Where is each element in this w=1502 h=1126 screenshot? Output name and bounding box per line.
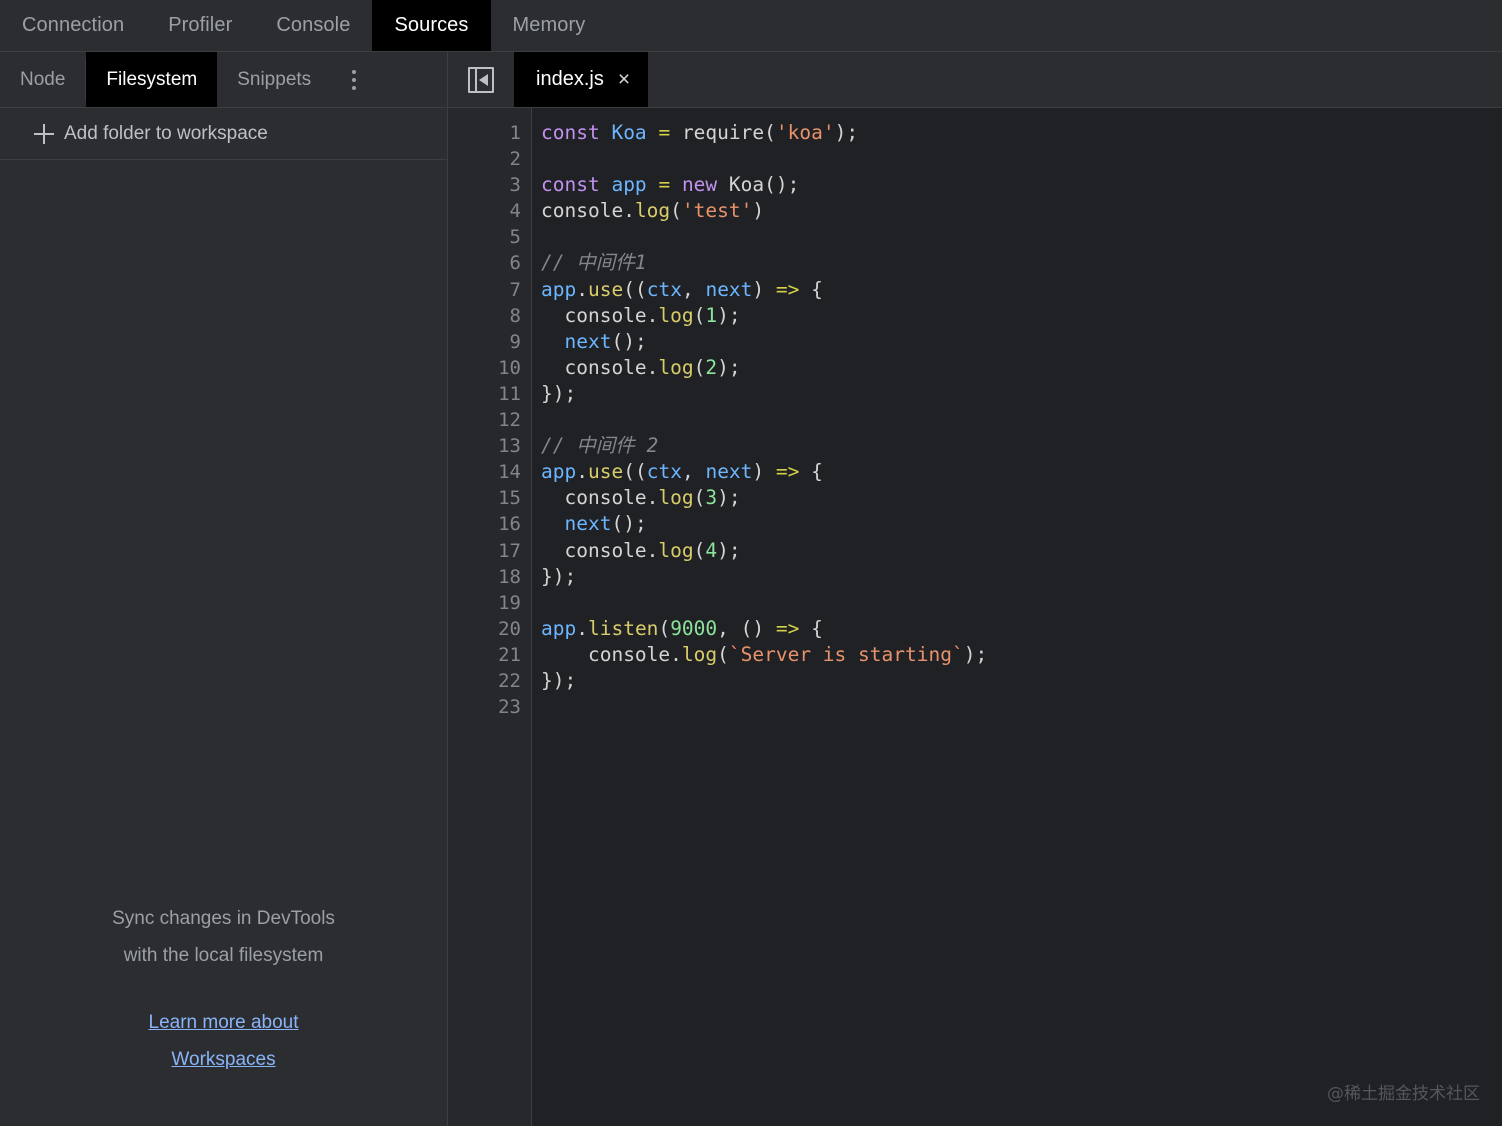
nav-tab-node[interactable]: Node [0, 52, 85, 107]
code-line: }); [541, 564, 1502, 590]
code-line: }); [541, 381, 1502, 407]
line-number-gutter: 1234567891011121314151617181920212223 [448, 108, 532, 1126]
tab-memory-label: Memory [513, 14, 586, 37]
code-line: console.log(1); [541, 303, 1502, 329]
workspace-empty-state: Sync changes in DevTools with the local … [0, 160, 447, 1126]
code-line: // 中间件1 [541, 250, 1502, 276]
code-line: app.use((ctx, next) => { [541, 459, 1502, 485]
nav-tab-snippets[interactable]: Snippets [217, 52, 331, 107]
nav-tab-node-label: Node [20, 69, 65, 91]
code-line: // 中间件 2 [541, 433, 1502, 459]
tab-memory[interactable]: Memory [491, 0, 608, 51]
panel-collapse-left-icon [468, 67, 494, 93]
nav-tab-filesystem[interactable]: Filesystem [86, 52, 217, 107]
editor-tabstrip: index.js × [448, 52, 1502, 107]
plus-icon [34, 124, 54, 144]
line-number: 12 [448, 407, 521, 433]
panel-tabbar: Connection Profiler Console Sources Memo… [0, 0, 1502, 52]
code-line: }); [541, 668, 1502, 694]
line-number: 10 [448, 355, 521, 381]
close-icon[interactable]: × [618, 69, 630, 90]
line-number: 11 [448, 381, 521, 407]
line-number: 4 [448, 198, 521, 224]
code-line: next(); [541, 329, 1502, 355]
code-line: console.log(`Server is starting`); [541, 642, 1502, 668]
learn-more-link-block: Learn more about Workspaces [0, 1005, 447, 1079]
line-number: 7 [448, 277, 521, 303]
code-line [541, 224, 1502, 250]
line-number: 6 [448, 250, 521, 276]
nav-tab-filesystem-label: Filesystem [106, 69, 197, 91]
secondary-toolbar: Node Filesystem Snippets index.js × [0, 52, 1502, 108]
code-line: const app = new Koa(); [541, 172, 1502, 198]
line-number: 17 [448, 538, 521, 564]
panel-collapse-button[interactable] [448, 52, 514, 107]
line-number: 22 [448, 668, 521, 694]
code-line: console.log(3); [541, 485, 1502, 511]
nav-tab-snippets-label: Snippets [237, 69, 311, 91]
tab-profiler-label: Profiler [168, 14, 232, 37]
tab-console-label: Console [276, 14, 350, 37]
line-number: 13 [448, 433, 521, 459]
learn-more-link-line-2[interactable]: Workspaces [171, 1049, 275, 1070]
code-line [541, 590, 1502, 616]
line-number: 8 [448, 303, 521, 329]
add-folder-to-workspace-button[interactable]: Add folder to workspace [0, 108, 447, 160]
devtools-window: Connection Profiler Console Sources Memo… [0, 0, 1502, 1126]
line-number: 2 [448, 146, 521, 172]
code-line: console.log(2); [541, 355, 1502, 381]
line-number: 1 [448, 120, 521, 146]
vertical-dots-icon [352, 70, 356, 90]
line-number: 18 [448, 564, 521, 590]
learn-more-link-line-1[interactable]: Learn more about [149, 1012, 299, 1033]
code-line: app.use((ctx, next) => { [541, 277, 1502, 303]
line-number: 3 [448, 172, 521, 198]
code-line [541, 146, 1502, 172]
empty-state-message: Sync changes in DevTools with the local … [0, 900, 447, 974]
line-number: 20 [448, 616, 521, 642]
code-line: next(); [541, 511, 1502, 537]
code-line: const Koa = require('koa'); [541, 120, 1502, 146]
navigator-sidebar: Add folder to workspace Sync changes in … [0, 108, 448, 1126]
add-folder-label: Add folder to workspace [64, 123, 268, 145]
tab-console[interactable]: Console [254, 0, 372, 51]
code-line [541, 694, 1502, 720]
navigator-tabbar: Node Filesystem Snippets [0, 52, 448, 107]
code-line: app.listen(9000, () => { [541, 616, 1502, 642]
tab-sources[interactable]: Sources [372, 0, 490, 51]
code-content[interactable]: const Koa = require('koa'); const app = … [532, 108, 1502, 1126]
line-number: 21 [448, 642, 521, 668]
empty-state-line-1: Sync changes in DevTools [0, 900, 447, 937]
empty-state-line-2: with the local filesystem [0, 937, 447, 974]
editor-tab-index-js[interactable]: index.js × [514, 52, 648, 107]
editor-tab-label: index.js [536, 68, 604, 91]
line-number: 9 [448, 329, 521, 355]
code-line: console.log(4); [541, 538, 1502, 564]
line-number: 23 [448, 694, 521, 720]
line-number: 5 [448, 224, 521, 250]
line-number: 16 [448, 511, 521, 537]
tab-connection[interactable]: Connection [0, 0, 146, 51]
main-body: Add folder to workspace Sync changes in … [0, 108, 1502, 1126]
line-number: 19 [448, 590, 521, 616]
tab-sources-label: Sources [394, 14, 468, 37]
more-options-button[interactable] [331, 52, 377, 107]
code-line: console.log('test') [541, 198, 1502, 224]
tab-profiler[interactable]: Profiler [146, 0, 254, 51]
source-editor[interactable]: 1234567891011121314151617181920212223 co… [448, 108, 1502, 1126]
line-number: 15 [448, 485, 521, 511]
tab-connection-label: Connection [22, 14, 124, 37]
line-number: 14 [448, 459, 521, 485]
code-line [541, 407, 1502, 433]
